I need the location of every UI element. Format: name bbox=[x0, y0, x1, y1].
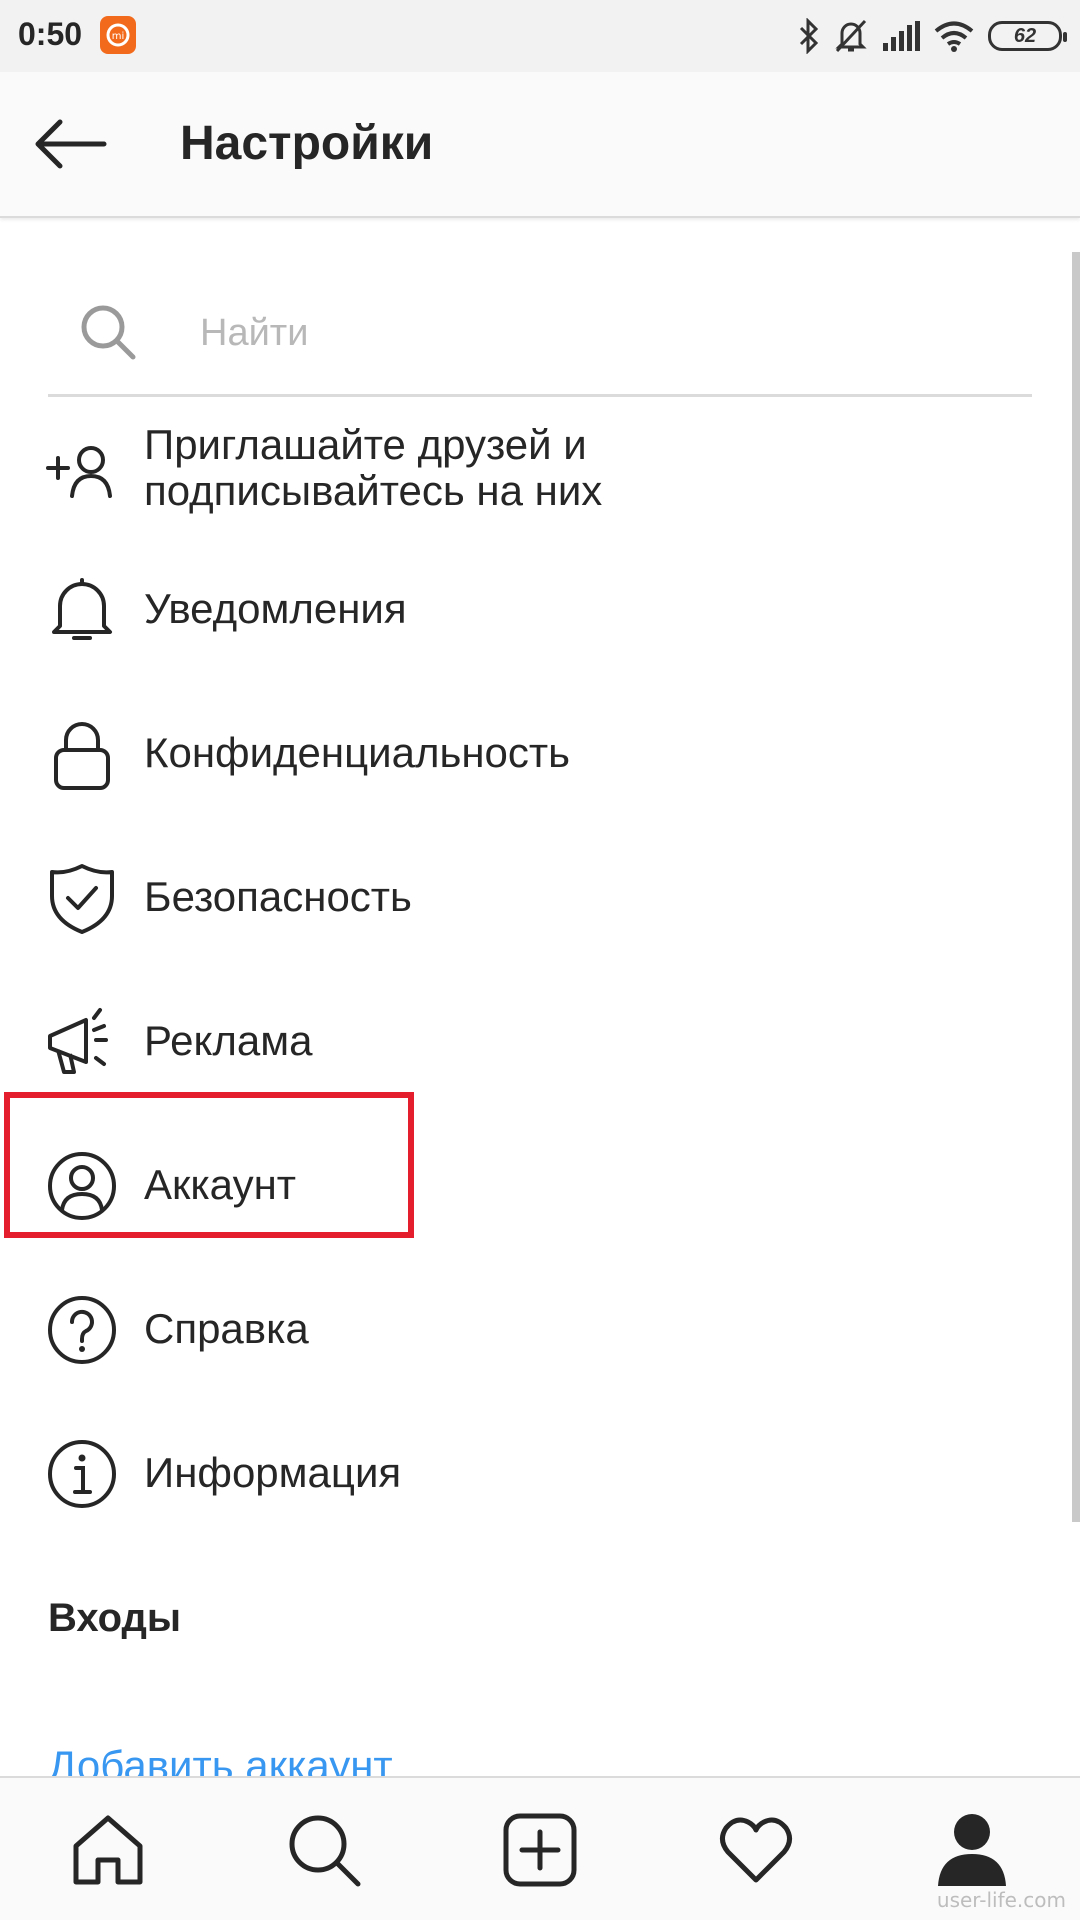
logins-section-title: Входы bbox=[48, 1596, 182, 1640]
menu-item-label: Безопасность bbox=[144, 873, 412, 920]
page-title: Настройки bbox=[180, 117, 434, 170]
status-icons: 62 bbox=[798, 14, 1067, 58]
menu-item-label: Конфиденциальность bbox=[144, 729, 571, 776]
heart-icon bbox=[720, 1817, 792, 1883]
status-time: 0:50 bbox=[18, 16, 83, 52]
invite-label-line1: Приглашайте друзей и bbox=[144, 421, 587, 468]
scrollbar[interactable] bbox=[1072, 252, 1080, 1522]
search-input[interactable] bbox=[198, 304, 982, 362]
bell-icon bbox=[46, 574, 118, 646]
add-post-icon bbox=[503, 1813, 577, 1887]
wifi-icon bbox=[934, 20, 974, 52]
battery-level: 62 bbox=[1013, 24, 1037, 47]
mi-app-icon: mi bbox=[100, 16, 136, 54]
menu-item-label: Информация bbox=[144, 1449, 402, 1496]
watermark: user-life.com bbox=[936, 1888, 1066, 1912]
status-bar: 0:50 mi 62 bbox=[0, 0, 1080, 72]
signal-icon bbox=[882, 21, 920, 51]
nav-home-button[interactable] bbox=[68, 1810, 148, 1890]
arrow-left-icon bbox=[35, 119, 107, 169]
info-circle-icon bbox=[46, 1438, 118, 1510]
back-button[interactable] bbox=[30, 112, 110, 176]
menu-item-ads[interactable]: Реклама bbox=[0, 988, 1060, 1098]
nav-profile-button[interactable] bbox=[932, 1810, 1012, 1890]
search-bar[interactable] bbox=[48, 280, 1032, 397]
shield-check-icon bbox=[46, 862, 118, 934]
nav-search-button[interactable] bbox=[284, 1810, 364, 1890]
help-circle-icon bbox=[46, 1294, 118, 1366]
menu-item-privacy[interactable]: Конфиденциальность bbox=[0, 700, 1060, 810]
profile-icon bbox=[938, 1814, 1006, 1886]
home-icon bbox=[73, 1815, 143, 1885]
search-icon bbox=[78, 302, 138, 362]
menu-item-info[interactable]: Информация bbox=[0, 1420, 1060, 1530]
megaphone-icon bbox=[46, 1006, 118, 1078]
settings-screen: 0:50 mi 62 Настройки Найти Приглашайте д… bbox=[0, 0, 1080, 1920]
menu-item-label: Реклама bbox=[144, 1017, 313, 1064]
battery-indicator: 62 bbox=[988, 21, 1067, 51]
highlight-frame bbox=[4, 1092, 414, 1238]
app-header: Настройки bbox=[0, 72, 1080, 218]
menu-item-help[interactable]: Справка bbox=[0, 1276, 1060, 1386]
menu-item-label: Приглашайте друзей и подписывайтесь на н… bbox=[144, 422, 602, 514]
invite-label-line2: подписывайтесь на них bbox=[144, 467, 603, 514]
bluetooth-icon bbox=[798, 18, 820, 54]
nav-activity-button[interactable] bbox=[716, 1810, 796, 1890]
notifications-off-icon bbox=[834, 18, 868, 54]
lock-icon bbox=[46, 718, 118, 790]
menu-item-label: Уведомления bbox=[144, 585, 407, 632]
menu-item-invite-friends[interactable]: Приглашайте друзей и подписывайтесь на н… bbox=[0, 416, 1060, 526]
search-icon bbox=[289, 1815, 361, 1887]
menu-item-security[interactable]: Безопасность bbox=[0, 844, 1060, 954]
bottom-navigation: user-life.com bbox=[0, 1776, 1080, 1920]
menu-item-notifications[interactable]: Уведомления bbox=[0, 556, 1060, 666]
menu-item-label: Справка bbox=[144, 1305, 309, 1352]
nav-add-post-button[interactable] bbox=[500, 1810, 580, 1890]
add-person-icon bbox=[46, 438, 118, 510]
mi-app-label: mi bbox=[112, 31, 125, 42]
